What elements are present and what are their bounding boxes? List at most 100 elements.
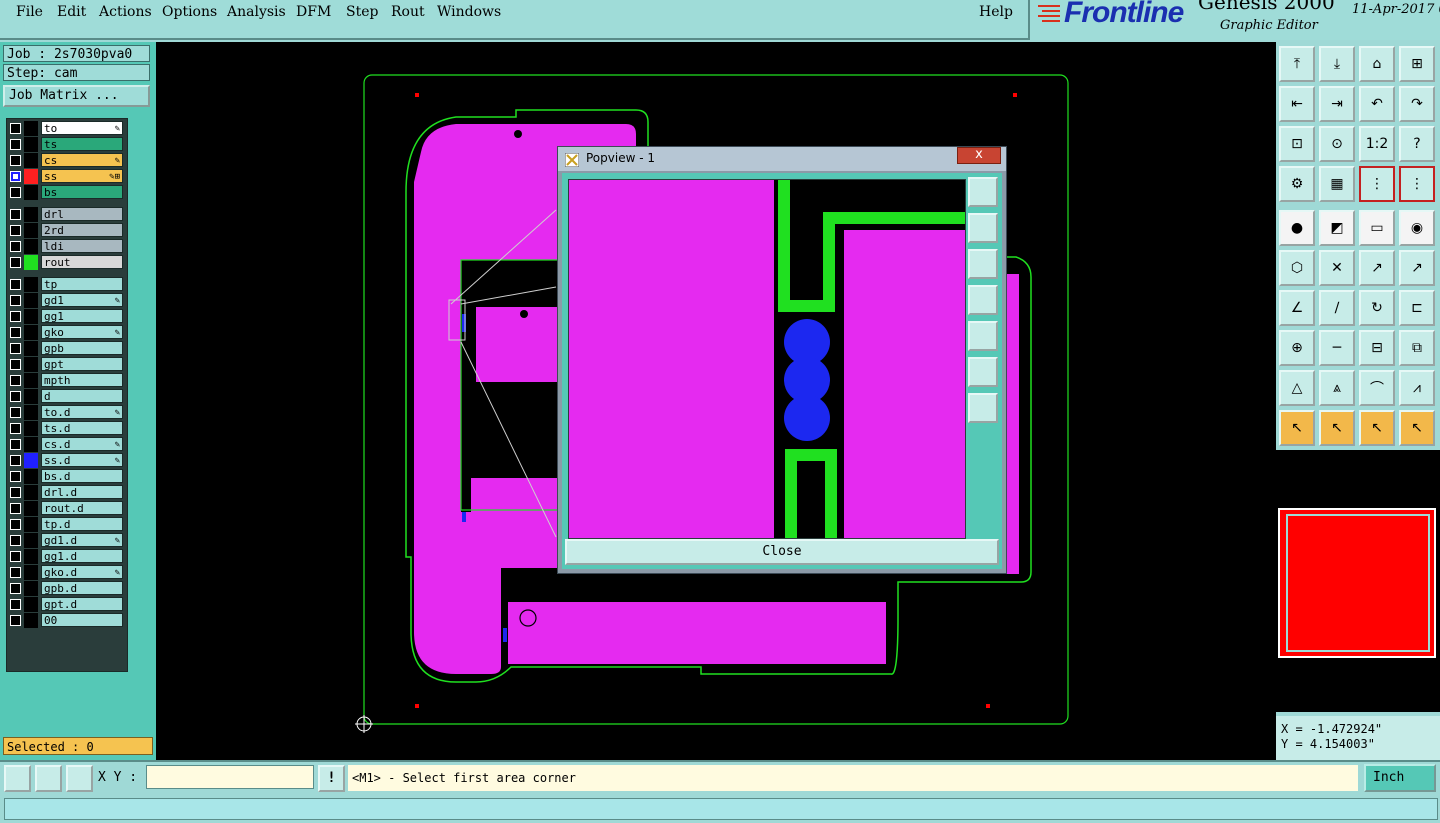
cross-icon[interactable]: ✕	[1319, 250, 1355, 286]
menu-step[interactable]: Step	[346, 4, 378, 20]
close-icon[interactable]: x	[957, 147, 1001, 164]
layer-color-swatch[interactable]	[24, 223, 38, 238]
snap-icon[interactable]	[4, 765, 31, 792]
layer-color-swatch[interactable]	[24, 533, 38, 548]
layer-color-swatch[interactable]	[24, 357, 38, 372]
layer-checkbox[interactable]	[10, 359, 21, 370]
popview-titlebar[interactable]: Popview - 1 x	[558, 147, 1006, 171]
menu-windows[interactable]: Windows	[437, 4, 501, 20]
layer-name[interactable]: gg1.d	[41, 549, 123, 563]
move-left-icon[interactable]: ⇤	[1279, 86, 1315, 122]
layer-checkbox[interactable]	[10, 487, 21, 498]
menu-analysis[interactable]: Analysis	[227, 4, 286, 20]
zoom-center-icon[interactable]: ⊙	[1319, 126, 1355, 162]
arch-icon[interactable]: ⌒	[1359, 370, 1395, 406]
layer-name[interactable]: drl.d	[41, 485, 123, 499]
layer-name[interactable]: bs	[41, 185, 123, 199]
layer-color-swatch[interactable]	[24, 421, 38, 436]
layer-row[interactable]: gko ✎	[7, 325, 125, 340]
layer-name[interactable]: cs ✎	[41, 153, 123, 167]
layer-checkbox[interactable]	[10, 471, 21, 482]
layer-row[interactable]: gd1 ✎	[7, 293, 125, 308]
layer-checkbox[interactable]	[10, 187, 21, 198]
layer-name[interactable]: tp.d	[41, 517, 123, 531]
layer-checkbox[interactable]	[10, 225, 21, 236]
layer-name[interactable]: gpt.d	[41, 597, 123, 611]
layer-color-swatch[interactable]	[24, 469, 38, 484]
layer-checkbox[interactable]	[10, 295, 21, 306]
layer-checkbox[interactable]	[10, 155, 21, 166]
layer-color-swatch[interactable]	[24, 565, 38, 580]
layer-checkbox[interactable]	[10, 343, 21, 354]
layer-name[interactable]: d	[41, 389, 123, 403]
layer-row[interactable]: to.d ✎	[7, 405, 125, 420]
connect-icon[interactable]: ⬡	[1279, 250, 1315, 286]
layer-color-swatch[interactable]	[24, 239, 38, 254]
group-icon[interactable]: ⧉	[1399, 330, 1435, 366]
menu-actions[interactable]: Actions	[99, 4, 152, 20]
layer-checkbox[interactable]	[10, 123, 21, 134]
layer-color-swatch[interactable]	[24, 277, 38, 292]
layer-color-swatch[interactable]	[24, 121, 38, 136]
layer-up-icon[interactable]: ⋮	[1359, 166, 1395, 202]
menu-edit[interactable]: Edit	[57, 4, 86, 20]
grid-icon[interactable]	[66, 765, 93, 792]
units-select[interactable]: Inch	[1364, 764, 1436, 792]
layer-name[interactable]: ts	[41, 137, 123, 151]
layer-row[interactable]: cs.d ✎	[7, 437, 125, 452]
layer-color-swatch[interactable]	[24, 207, 38, 222]
layer-checkbox[interactable]	[10, 583, 21, 594]
layer-name[interactable]: gd1 ✎	[41, 293, 123, 307]
layer-checkbox[interactable]	[10, 503, 21, 514]
line-icon[interactable]: ◩	[1319, 210, 1355, 246]
layer-color-swatch[interactable]	[24, 549, 38, 564]
menu-file[interactable]: File	[16, 4, 43, 20]
layer-row[interactable]: tp.d	[7, 517, 125, 532]
zoom-fit-icon[interactable]: ⊡	[1279, 126, 1315, 162]
layer-checkbox[interactable]	[10, 257, 21, 268]
layer-checkbox[interactable]	[10, 535, 21, 546]
overview-window[interactable]	[1276, 450, 1440, 712]
angle-icon[interactable]	[35, 765, 62, 792]
layer-color-swatch[interactable]	[24, 153, 38, 168]
select-net-icon[interactable]: ↖	[1399, 410, 1435, 446]
layer-row[interactable]: gpb	[7, 341, 125, 356]
layer-row[interactable]: tp	[7, 277, 125, 292]
layer-name[interactable]: gg1	[41, 309, 123, 323]
layer-row[interactable]: cs ✎	[7, 153, 125, 168]
angle-line-icon[interactable]: ∠	[1279, 290, 1315, 326]
layer-name[interactable]: gpb	[41, 341, 123, 355]
layer-name[interactable]: ss.d ✎	[41, 453, 123, 467]
home-down-icon[interactable]: ⤓	[1319, 46, 1355, 82]
close-button[interactable]: Close	[565, 539, 999, 565]
layer-row[interactable]: gg1	[7, 309, 125, 324]
layer-name[interactable]: ss ✎⊞	[41, 169, 123, 183]
layer-checkbox[interactable]	[10, 209, 21, 220]
layer-color-swatch[interactable]	[24, 485, 38, 500]
window-icon[interactable]: ⊞	[1399, 46, 1435, 82]
info-button[interactable]: !	[318, 765, 345, 792]
layer-checkbox[interactable]	[10, 599, 21, 610]
layer-color-swatch[interactable]	[24, 169, 38, 184]
layer-checkbox[interactable]	[10, 407, 21, 418]
layer-color-swatch[interactable]	[24, 501, 38, 516]
ruler-icon[interactable]: ▭	[1359, 210, 1395, 246]
layer-row[interactable]: ldi	[7, 239, 125, 254]
undo-icon[interactable]: ↶	[1359, 86, 1395, 122]
layer-row[interactable]: bs	[7, 185, 125, 200]
layer-color-swatch[interactable]	[24, 255, 38, 270]
layer-name[interactable]: drl	[41, 207, 123, 221]
help-icon[interactable]: ?	[1399, 126, 1435, 162]
layer-color-swatch[interactable]	[24, 341, 38, 356]
layer-color-swatch[interactable]	[24, 597, 38, 612]
point-icon[interactable]: ↗	[1399, 250, 1435, 286]
layer-name[interactable]: 00	[41, 613, 123, 627]
layer-row[interactable]: drl	[7, 207, 125, 222]
menu-options[interactable]: Options	[162, 4, 217, 20]
job-matrix-button[interactable]: Job Matrix ...	[3, 85, 150, 107]
pan-right-icon[interactable]	[968, 321, 998, 351]
layer-row[interactable]: drl.d	[7, 485, 125, 500]
pan-left-icon[interactable]	[968, 285, 998, 315]
layer-row[interactable]: gpt	[7, 357, 125, 372]
pad-icon[interactable]: ●	[1279, 210, 1315, 246]
